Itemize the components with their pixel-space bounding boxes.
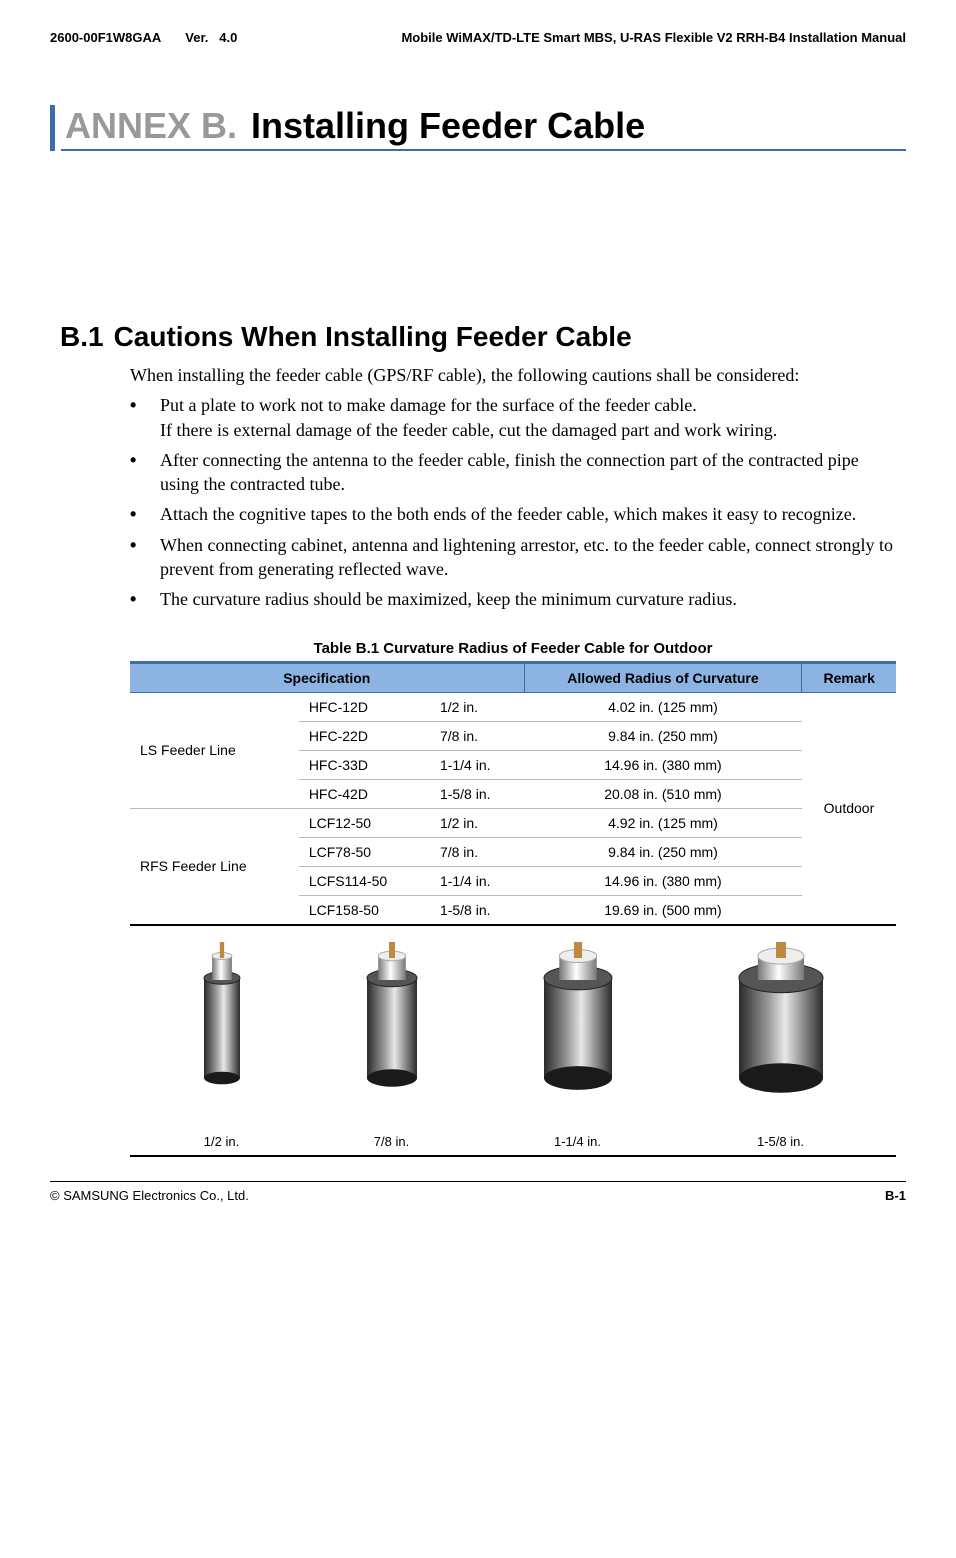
bullet-text: After connecting the antenna to the feed…	[160, 448, 896, 497]
header-left: 2600-00F1W8GAA Ver. 4.0	[50, 30, 237, 45]
cell-radius: 9.84 in. (250 mm)	[524, 721, 802, 750]
th-remark: Remark	[802, 662, 896, 692]
cell-size: 1-1/4 in.	[430, 750, 524, 779]
cable-icon	[729, 938, 833, 1128]
bullet-item: • Attach the cognitive tapes to the both …	[130, 502, 896, 526]
cell-model: HFC-33D	[299, 750, 430, 779]
cable-label: 1/2 in.	[204, 1134, 239, 1149]
cell-model: HFC-42D	[299, 779, 430, 808]
cable-images-row: 1/2 in. 7/8 in. 1-1/4 in. 1-5/8 in.	[130, 926, 896, 1155]
footer-copyright: © SAMSUNG Electronics Co., Ltd.	[50, 1188, 249, 1203]
bullet-dot-icon: •	[130, 502, 144, 526]
bullet-item: • When connecting cabinet, antenna and li…	[130, 533, 896, 582]
cell-model: LCF78-50	[299, 837, 430, 866]
cell-model: HFC-22D	[299, 721, 430, 750]
cable-label: 7/8 in.	[374, 1134, 409, 1149]
cell-size: 1-5/8 in.	[430, 895, 524, 925]
spec-table: Specification Allowed Radius of Curvatur…	[130, 661, 896, 926]
cell-group: LS Feeder Line	[130, 692, 299, 808]
cell-model: HFC-12D	[299, 692, 430, 721]
cell-model: LCFS114-50	[299, 866, 430, 895]
footer: © SAMSUNG Electronics Co., Ltd. B-1	[50, 1181, 906, 1203]
cell-group: RFS Feeder Line	[130, 808, 299, 925]
annex-title: Installing Feeder Cable	[251, 105, 645, 147]
cable-icon	[357, 938, 427, 1128]
section-heading: B.1 Cautions When Installing Feeder Cabl…	[60, 321, 906, 353]
cell-radius: 20.08 in. (510 mm)	[524, 779, 802, 808]
bullet-text: Attach the cognitive tapes to the both e…	[160, 502, 856, 526]
bullet-dot-icon: •	[130, 587, 144, 611]
cable-illustration: 1/2 in.	[194, 938, 250, 1149]
annex-prefix: ANNEX B.	[65, 105, 237, 147]
section-title: Cautions When Installing Feeder Cable	[114, 321, 632, 353]
cell-size: 1-5/8 in.	[430, 779, 524, 808]
cell-size: 1/2 in.	[430, 808, 524, 837]
cable-illustration: 1-5/8 in.	[729, 938, 833, 1149]
cell-radius: 14.96 in. (380 mm)	[524, 750, 802, 779]
bullet-item: • The curvature radius should be maximize…	[130, 587, 896, 611]
table-row: RFS Feeder LineLCF12-501/2 in.4.92 in. (…	[130, 808, 896, 837]
cell-radius: 14.96 in. (380 mm)	[524, 866, 802, 895]
bullet-text: Put a plate to work not to make damage f…	[160, 393, 777, 442]
cable-icon	[534, 938, 622, 1128]
bullet-text: When connecting cabinet, antenna and lig…	[160, 533, 896, 582]
bullet-item: • After connecting the antenna to the fee…	[130, 448, 896, 497]
cell-size: 7/8 in.	[430, 837, 524, 866]
bullet-dot-icon: •	[130, 448, 144, 497]
footer-page: B-1	[885, 1188, 906, 1203]
th-spec: Specification	[130, 662, 524, 692]
cell-model: LCF12-50	[299, 808, 430, 837]
cable-label: 1-1/4 in.	[554, 1134, 601, 1149]
cable-illustration: 1-1/4 in.	[534, 938, 622, 1149]
bullet-text: The curvature radius should be maximized…	[160, 587, 737, 611]
header-row: 2600-00F1W8GAA Ver. 4.0 Mobile WiMAX/TD-…	[50, 30, 906, 45]
bullet-dot-icon: •	[130, 533, 144, 582]
section-number: B.1	[60, 321, 104, 353]
cell-radius: 9.84 in. (250 mm)	[524, 837, 802, 866]
product-title: Mobile WiMAX/TD-LTE Smart MBS, U-RAS Fle…	[401, 30, 906, 45]
cell-size: 7/8 in.	[430, 721, 524, 750]
cable-label: 1-5/8 in.	[757, 1134, 804, 1149]
cell-radius: 19.69 in. (500 mm)	[524, 895, 802, 925]
table-caption: Table B.1 Curvature Radius of Feeder Cab…	[130, 640, 896, 657]
cable-icon	[194, 938, 250, 1128]
cell-size: 1-1/4 in.	[430, 866, 524, 895]
cell-size: 1/2 in.	[430, 692, 524, 721]
ver-value: 4.0	[219, 30, 237, 45]
cell-radius: 4.02 in. (125 mm)	[524, 692, 802, 721]
cell-remark: Outdoor	[802, 692, 896, 925]
cell-radius: 4.92 in. (125 mm)	[524, 808, 802, 837]
cable-illustration: 7/8 in.	[357, 938, 427, 1149]
table-row: LS Feeder LineHFC-12D1/2 in.4.02 in. (12…	[130, 692, 896, 721]
bullet-dot-icon: •	[130, 393, 144, 442]
bullet-item: • Put a plate to work not to make damage …	[130, 393, 896, 442]
ver-label: Ver.	[185, 30, 208, 45]
cell-model: LCF158-50	[299, 895, 430, 925]
doc-id: 2600-00F1W8GAA	[50, 30, 161, 45]
annex-heading-block: ANNEX B. Installing Feeder Cable	[50, 105, 906, 151]
section-intro: When installing the feeder cable (GPS/RF…	[130, 363, 896, 387]
bullet-list: • Put a plate to work not to make damage …	[130, 393, 896, 611]
th-radius: Allowed Radius of Curvature	[524, 662, 802, 692]
ver-group: Ver. 4.0	[185, 30, 237, 45]
